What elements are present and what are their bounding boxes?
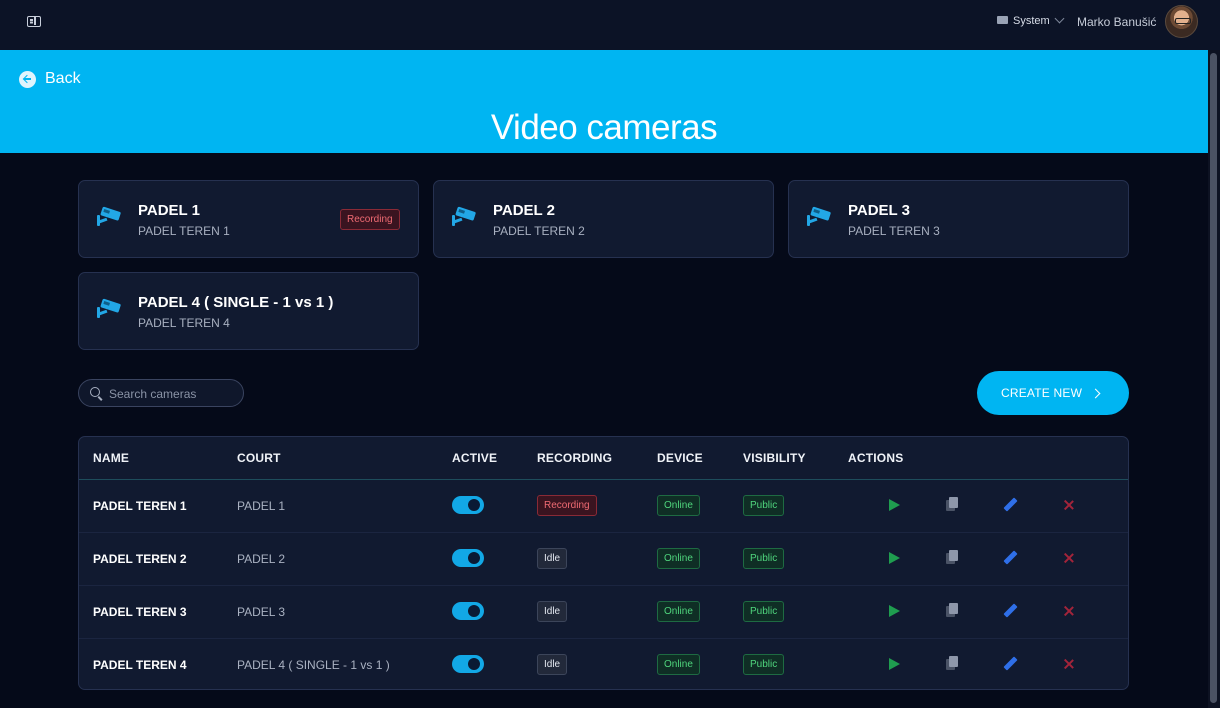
card-title: PADEL 2	[493, 202, 555, 219]
top-bar: System Marko Banušić	[0, 0, 1220, 50]
camera-court: PADEL 1	[237, 499, 286, 513]
recording-badge: Recording	[340, 209, 400, 230]
header-name[interactable]: NAME	[93, 451, 129, 465]
recording-status-badge: Idle	[537, 654, 568, 675]
search-icon	[90, 387, 100, 397]
delete-icon[interactable]	[1060, 655, 1078, 673]
card-subtitle: PADEL TEREN 2	[493, 224, 585, 238]
delete-icon[interactable]	[1060, 496, 1078, 514]
camera-icon	[451, 206, 477, 230]
chevron-down-icon	[1054, 13, 1065, 23]
theme-selector[interactable]: System	[997, 13, 1065, 27]
recording-status-badge: Recording	[537, 495, 597, 516]
play-icon[interactable]	[885, 655, 903, 673]
active-toggle[interactable]	[452, 496, 484, 514]
back-arrow-icon	[19, 70, 36, 88]
table-row[interactable]: PADEL TEREN 4 PADEL 4 ( SINGLE - 1 vs 1 )…	[79, 639, 1128, 689]
camera-icon	[96, 206, 122, 230]
camera-name: PADEL TEREN 2	[93, 552, 187, 566]
device-status-badge: Online	[657, 654, 700, 675]
play-icon[interactable]	[885, 602, 903, 620]
camera-name: PADEL TEREN 4	[93, 658, 187, 672]
camera-court: PADEL 3	[237, 605, 286, 619]
visibility-badge: Public	[743, 601, 785, 622]
card-subtitle: PADEL TEREN 4	[138, 316, 230, 330]
header-active[interactable]: ACTIVE	[452, 451, 497, 465]
camera-court: PADEL 4 ( SINGLE - 1 vs 1 )	[237, 658, 390, 672]
copy-icon[interactable]	[943, 602, 961, 620]
back-label: Back	[45, 70, 81, 87]
cameras-table: NAME COURT ACTIVE RECORDING DEVICE VISIB…	[78, 436, 1129, 690]
chevron-right-icon	[1090, 388, 1101, 398]
header-actions: ACTIONS	[848, 451, 904, 465]
card-subtitle: PADEL TEREN 3	[848, 224, 940, 238]
camera-court: PADEL 2	[237, 552, 286, 566]
visibility-badge: Public	[743, 548, 785, 569]
delete-icon[interactable]	[1060, 549, 1078, 567]
edit-icon[interactable]	[1001, 549, 1019, 567]
page-title: Video cameras	[490, 108, 718, 147]
monitor-icon	[997, 16, 1008, 24]
edit-icon[interactable]	[1001, 655, 1019, 673]
copy-icon[interactable]	[943, 549, 961, 567]
card-title: PADEL 1	[138, 202, 200, 219]
header-device[interactable]: DEVICE	[657, 451, 703, 465]
camera-name: PADEL TEREN 1	[93, 499, 187, 513]
visibility-badge: Public	[743, 495, 785, 516]
card-title: PADEL 4 ( SINGLE - 1 vs 1 )	[138, 294, 334, 311]
theme-label: System	[1013, 15, 1050, 27]
edit-icon[interactable]	[1001, 496, 1019, 514]
table-header: NAME COURT ACTIVE RECORDING DEVICE VISIB…	[79, 437, 1128, 480]
card-title: PADEL 3	[848, 202, 910, 219]
avatar[interactable]	[1165, 5, 1198, 38]
copy-icon[interactable]	[943, 655, 961, 673]
device-status-badge: Online	[657, 601, 700, 622]
table-row[interactable]: PADEL TEREN 2 PADEL 2 Idle Online Public	[79, 533, 1128, 586]
back-button[interactable]: Back	[19, 70, 81, 88]
camera-card[interactable]: PADEL 4 ( SINGLE - 1 vs 1 ) PADEL TEREN 4	[78, 272, 419, 350]
create-new-button[interactable]: CREATE NEW	[977, 371, 1129, 415]
camera-card[interactable]: PADEL 1 PADEL TEREN 1 Recording	[78, 180, 419, 258]
search-input[interactable]	[109, 385, 237, 402]
recording-status-badge: Idle	[537, 548, 568, 569]
delete-icon[interactable]	[1060, 602, 1078, 620]
create-new-label: CREATE NEW	[1001, 386, 1083, 400]
device-status-badge: Online	[657, 495, 700, 516]
active-toggle[interactable]	[452, 655, 484, 673]
play-icon[interactable]	[885, 496, 903, 514]
device-status-badge: Online	[657, 548, 700, 569]
user-name[interactable]: Marko Banušić	[1077, 15, 1156, 29]
camera-icon	[96, 298, 122, 322]
camera-card[interactable]: PADEL 2 PADEL TEREN 2	[433, 180, 774, 258]
sidebar-toggle-icon[interactable]	[27, 16, 41, 27]
recording-status-badge: Idle	[537, 601, 568, 622]
scrollbar[interactable]	[1208, 50, 1220, 708]
table-row[interactable]: PADEL TEREN 1 PADEL 1 Recording Online Publi…	[79, 480, 1128, 533]
page-banner: Back Video cameras	[0, 50, 1208, 153]
active-toggle[interactable]	[452, 602, 484, 620]
camera-icon	[806, 206, 832, 230]
edit-icon[interactable]	[1001, 602, 1019, 620]
copy-icon[interactable]	[943, 496, 961, 514]
camera-name: PADEL TEREN 3	[93, 605, 187, 619]
header-court[interactable]: COURT	[237, 451, 281, 465]
header-visibility[interactable]: VISIBILITY	[743, 451, 806, 465]
table-row[interactable]: PADEL TEREN 3 PADEL 3 Idle Online Public	[79, 586, 1128, 639]
card-subtitle: PADEL TEREN 1	[138, 224, 230, 238]
scrollbar-thumb[interactable]	[1210, 53, 1217, 703]
visibility-badge: Public	[743, 654, 785, 675]
active-toggle[interactable]	[452, 549, 484, 567]
search-box[interactable]	[78, 379, 244, 407]
camera-card[interactable]: PADEL 3 PADEL TEREN 3	[788, 180, 1129, 258]
play-icon[interactable]	[885, 549, 903, 567]
header-recording[interactable]: RECORDING	[537, 451, 612, 465]
